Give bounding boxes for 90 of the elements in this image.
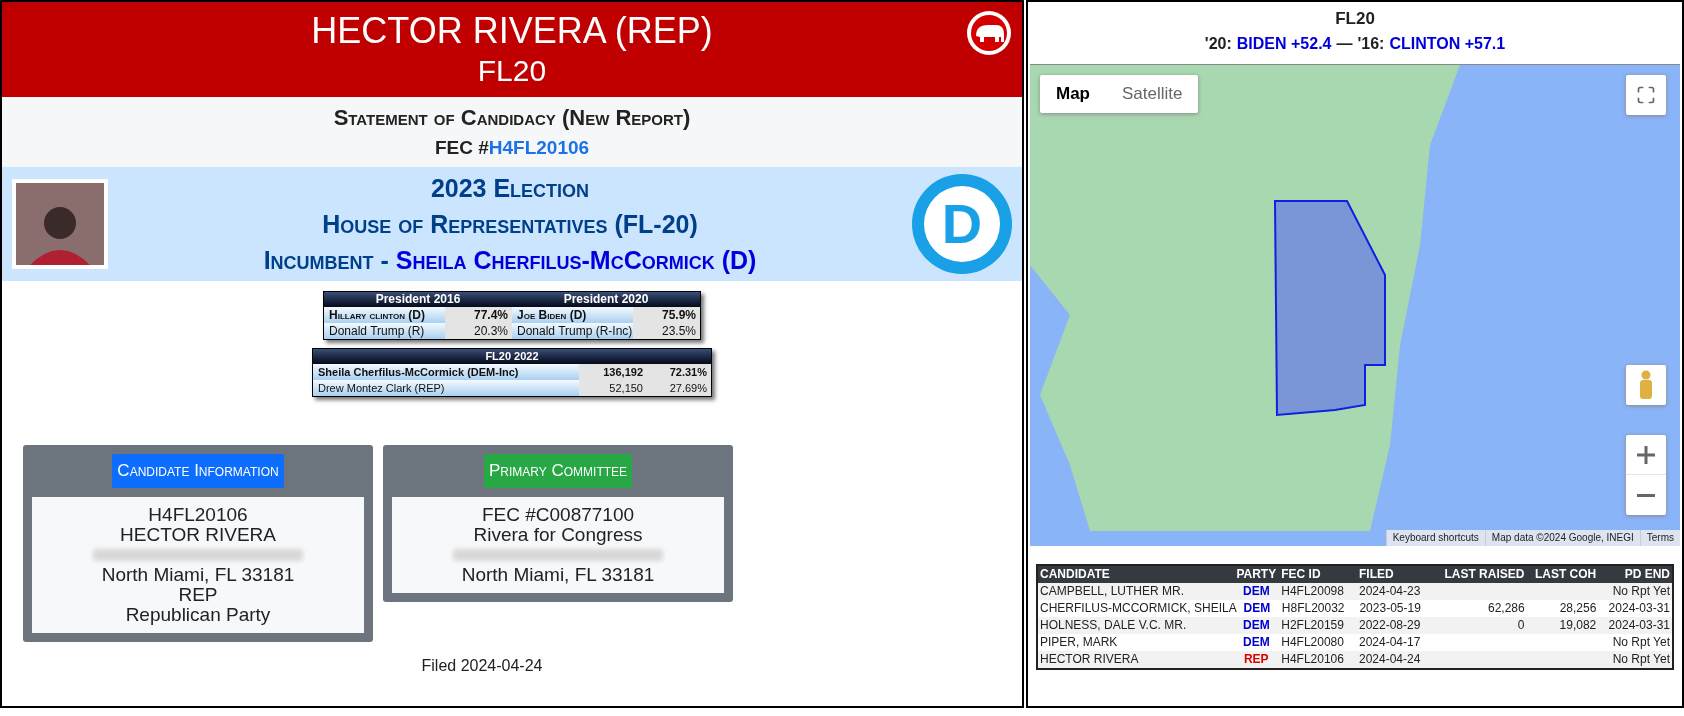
fullscreen-icon xyxy=(1636,85,1656,105)
result-margin: CLINTON +57.1 xyxy=(1389,34,1506,54)
table-cell: H2FL20159 xyxy=(1281,618,1344,632)
card-title: Primary Committee xyxy=(483,454,633,488)
table-cell: 62,286 xyxy=(1487,601,1525,615)
table-cell: Sheila Cherfilus-McCormick (DEM-Inc) xyxy=(313,364,579,380)
incumbent-name: Sheila Cherfilus-McCormick (D) xyxy=(395,246,757,274)
column-header: FEC ID xyxy=(1280,566,1322,583)
column-header: LAST COH xyxy=(1533,566,1598,583)
party-label: DEM xyxy=(1242,618,1270,632)
election-title: 2023 Election xyxy=(430,173,590,204)
table-cell: No Rpt Yet xyxy=(1612,652,1670,666)
column-header: LAST RAISED xyxy=(1443,566,1526,583)
candidate-title: HECTOR RIVERA (REP) xyxy=(311,9,713,52)
table-cell: 72.31% xyxy=(647,364,711,380)
card-line: HECTOR RIVERA xyxy=(120,524,276,545)
table-cell: CAMPBELL, LUTHER MR. xyxy=(1040,584,1185,598)
table-cell: 75.9% xyxy=(633,307,700,323)
table-header: President 2016 xyxy=(374,292,462,307)
table-cell: 2024-04-17 xyxy=(1359,635,1421,649)
card-line: FEC #C00877100 xyxy=(481,504,635,525)
table-header: President 2020 xyxy=(562,292,650,307)
table-cell: HOLNESS, DALE V.C. MR. xyxy=(1040,618,1187,632)
table-cell: 23.5% xyxy=(633,323,700,339)
table-cell: PIPER, MARK xyxy=(1040,635,1118,649)
card-title: Candidate Information xyxy=(112,454,284,488)
card-line: Republican Party xyxy=(125,604,271,625)
table-cell: Drew Montez Clark (REP) xyxy=(313,380,579,396)
card-line: REP xyxy=(178,584,218,605)
table-cell: 28,256 xyxy=(1559,601,1597,615)
card-line: North Miami, FL 33181 xyxy=(461,564,655,585)
party-label: DEM xyxy=(1242,584,1270,598)
district-title: FL20 xyxy=(477,52,547,89)
result-label: '20: xyxy=(1204,34,1232,54)
fec-id-link[interactable]: H4FL20106 xyxy=(488,137,590,158)
table-cell: No Rpt Yet xyxy=(1612,584,1670,598)
table-cell: No Rpt Yet xyxy=(1612,635,1670,649)
plus-icon xyxy=(1637,445,1655,464)
district-heading: FL20 xyxy=(1334,8,1376,30)
table-cell: 136,192 xyxy=(579,364,647,380)
map-type-tab[interactable]: Satellite xyxy=(1106,75,1199,113)
card-line: North Miami, FL 33181 xyxy=(101,564,295,585)
table-cell: 2023-05-19 xyxy=(1359,601,1421,615)
table-cell: 2024-04-24 xyxy=(1359,652,1421,666)
table-cell: Donald Trump (R-Inc) xyxy=(512,323,634,339)
logo-letter: D xyxy=(941,196,983,252)
column-header: PARTY xyxy=(1235,566,1278,583)
chamber-title: House of Representatives (FL-20) xyxy=(322,209,698,240)
map-type-tab[interactable]: Map xyxy=(1040,75,1106,113)
table-cell: Joe Biden (D) xyxy=(512,307,634,323)
table-cell: H4FL20098 xyxy=(1281,584,1344,598)
table-cell: 2024-03-31 xyxy=(1608,601,1670,615)
result-margin: BIDEN +52.4 xyxy=(1236,34,1332,54)
column-header: CANDIDATE xyxy=(1039,566,1111,583)
party-label: DEM xyxy=(1242,635,1270,649)
table-cell: Hillary clinton (D) xyxy=(324,307,446,323)
table-cell: H4FL20106 xyxy=(1281,652,1344,666)
map-footer-link[interactable]: Map data ©2024 Google, INEGI xyxy=(1484,530,1640,546)
table-cell: Donald Trump (R) xyxy=(324,323,446,339)
card-line: H4FL20106 xyxy=(148,504,248,525)
map-footer-link[interactable]: Keyboard shortcuts xyxy=(1385,530,1485,546)
table-cell: 27.69% xyxy=(647,380,711,396)
person-icon xyxy=(1639,370,1653,400)
table-cell: 20.3% xyxy=(445,323,512,339)
minus-icon xyxy=(1637,493,1655,497)
fec-label: FEC # xyxy=(434,137,489,158)
table-cell: H4FL20080 xyxy=(1281,635,1344,649)
separator: — xyxy=(1336,34,1353,54)
table-header: FL20 2022 xyxy=(313,349,711,364)
table-cell: HECTOR RIVERA xyxy=(1040,652,1139,666)
table-cell: 2024-04-23 xyxy=(1359,584,1421,598)
filed-date: Filed 2024-04-24 xyxy=(420,655,544,676)
table-cell: 52,150 xyxy=(579,380,647,396)
table-cell: 19,082 xyxy=(1559,618,1597,632)
table-cell: CHERFILUS-MCCORMICK, SHEILA xyxy=(1040,601,1237,615)
table-cell: 2022-08-29 xyxy=(1359,618,1421,632)
table-cell: 2024-03-31 xyxy=(1608,618,1670,632)
column-header: PD END xyxy=(1623,566,1671,583)
fullscreen-button[interactable] xyxy=(1626,75,1666,115)
table-cell: 0 xyxy=(1517,618,1525,632)
map-footer-link[interactable]: Terms xyxy=(1639,530,1680,546)
party-label: DEM xyxy=(1243,601,1271,615)
incumbent-label: Incumbent - xyxy=(263,246,390,274)
column-header: FILED xyxy=(1358,566,1395,583)
table-cell: H8FL20032 xyxy=(1281,601,1345,615)
party-label: REP xyxy=(1243,652,1269,666)
result-label: '16: xyxy=(1357,34,1385,54)
report-title: Statement of Candidacy (New Report) xyxy=(333,104,691,132)
table-cell: 77.4% xyxy=(445,307,512,323)
card-line: Rivera for Congress xyxy=(473,524,643,545)
